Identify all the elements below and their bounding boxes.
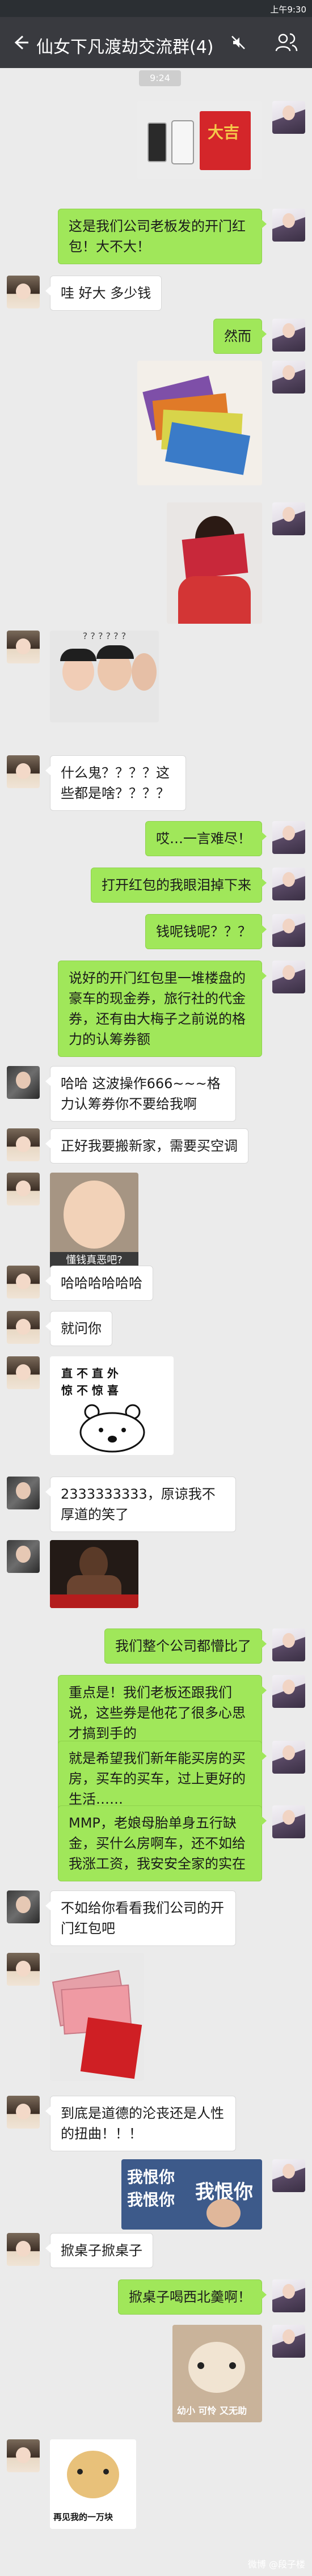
avatar[interactable]: [272, 914, 305, 947]
sticker-text-bottom: 惊 不 惊 喜: [61, 1384, 119, 1397]
message-bubble[interactable]: 然而: [213, 319, 267, 354]
group-info-icon[interactable]: [275, 32, 298, 53]
avatar[interactable]: [7, 2096, 40, 2129]
bear-face-icon: [79, 1404, 145, 1453]
avatar[interactable]: [272, 101, 305, 134]
message-bubble[interactable]: 哇 好大 多少钱: [45, 276, 162, 311]
avatar[interactable]: [272, 2159, 305, 2192]
avatar[interactable]: [272, 1628, 305, 1661]
avatar[interactable]: [272, 821, 305, 854]
avatar[interactable]: [272, 209, 305, 242]
avatar[interactable]: [7, 1066, 40, 1099]
sticker-text-top: 直 不 直 外: [61, 1367, 119, 1380]
message-bubble[interactable]: 哈哈 这波操作666~~~格力认筹券你不要给我啊: [45, 1066, 236, 1122]
avatar[interactable]: [272, 1805, 305, 1838]
message-bubble[interactable]: 不如给你看看我们公司的开门红包吧: [45, 1890, 236, 1946]
sticker-caption: 再见我的一万块: [53, 2512, 113, 2522]
back-arrow-icon[interactable]: [11, 33, 31, 52]
message-bubble[interactable]: 到底是道德的沦丧还是人性的扭曲！！！: [45, 2096, 236, 2151]
vouchers-photo[interactable]: [137, 361, 262, 485]
avatar[interactable]: [7, 1953, 40, 1986]
avatar[interactable]: [7, 1173, 40, 1205]
mute-icon: [231, 36, 245, 49]
avatar[interactable]: [272, 2325, 305, 2358]
message-bubble[interactable]: 正好我要搬新家，需要买空调: [45, 1128, 248, 1164]
avatar[interactable]: [7, 1311, 40, 1344]
message-bubble[interactable]: 掀桌子掀桌子: [45, 2233, 153, 2268]
money-envelope-photo[interactable]: [50, 1953, 144, 2081]
avatar[interactable]: [272, 961, 305, 993]
sticker-caption: 幼小 可怜 又无助: [177, 2405, 247, 2416]
red-envelope-photo[interactable]: 大吉: [137, 101, 262, 179]
avatar[interactable]: [7, 631, 40, 663]
message-bubble[interactable]: 哈哈哈哈哈哈: [45, 1266, 153, 1301]
watermark: 微博 @段子楼: [247, 2559, 305, 2570]
timestamp: 9:24: [139, 70, 181, 86]
avatar[interactable]: [7, 1477, 40, 1509]
chat-header: 仙女下凡渡劫交流群(4): [0, 17, 312, 68]
avatar[interactable]: [272, 361, 305, 394]
message-bubble[interactable]: 哎…一言难尽！: [145, 821, 267, 856]
avatar[interactable]: [7, 1356, 40, 1389]
boxer-photo[interactable]: [50, 1540, 138, 1608]
avatar[interactable]: [7, 1128, 40, 1161]
avatar[interactable]: [7, 755, 40, 788]
avatar[interactable]: [7, 276, 40, 308]
avatar[interactable]: [272, 1741, 305, 1774]
avatar[interactable]: [272, 319, 305, 352]
goodbye-money-cat-sticker[interactable]: 再见我的一万块: [50, 2439, 136, 2529]
message-bubble[interactable]: 我们整个公司都懵比了: [104, 1628, 267, 1664]
i-hate-you-sticker[interactable]: 我恨你 我恨你 我恨你: [121, 2159, 262, 2230]
surprise-bear-sticker[interactable]: 直 不 直 外 惊 不 惊 喜: [50, 1356, 174, 1455]
status-bar: 上午9:30: [0, 0, 312, 17]
avatar[interactable]: [7, 2233, 40, 2266]
message-bubble[interactable]: 这是我们公司老板发的开门红包！大不大！: [58, 209, 267, 264]
message-bubble[interactable]: 掀桌子喝西北羹啊！: [118, 2279, 267, 2315]
message-bubble[interactable]: 什么鬼？？？？这些都是啥？？？？: [45, 755, 186, 811]
message-bubble[interactable]: 就问你: [45, 1311, 112, 1346]
message-bubble[interactable]: 2333333333，原谅我不厚道的笑了: [45, 1477, 236, 1532]
chat-title: 仙女下凡渡劫交流群(4): [36, 37, 214, 57]
girl-holding-vouchers-photo[interactable]: [167, 502, 262, 624]
avatar[interactable]: [7, 1266, 40, 1298]
message-bubble[interactable]: 钱呢钱呢？？？: [145, 914, 267, 949]
avatar[interactable]: [272, 2279, 305, 2312]
baby-sticker[interactable]: 懂钱真恶吧?: [50, 1173, 138, 1269]
message-bubble[interactable]: 说好的开门红包里一堆楼盘的豪车的现金券，旅行社的代金券，还有由大梅子之前说的格力…: [58, 961, 267, 1057]
kids-sticker[interactable]: ? ? ? ? ? ?: [50, 631, 159, 722]
avatar[interactable]: [272, 868, 305, 900]
avatar[interactable]: [7, 1540, 40, 1573]
avatar[interactable]: [272, 502, 305, 535]
avatar[interactable]: [7, 2439, 40, 2472]
avatar[interactable]: [7, 1890, 40, 1923]
message-bubble[interactable]: 重点是！我们老板还跟我们说，这些券是他花了很多心思才搞到手的: [58, 1675, 267, 1751]
sticker-caption: 我恨你: [127, 2168, 175, 2186]
avatar[interactable]: [272, 1675, 305, 1708]
status-clock: 上午9:30: [270, 5, 306, 15]
sticker-caption: 我恨你: [127, 2190, 175, 2209]
message-bubble[interactable]: 打开红包的我眼泪掉下来: [91, 868, 267, 903]
helpless-cat-sticker[interactable]: 幼小 可怜 又无助: [172, 2325, 262, 2422]
message-bubble[interactable]: MMP，老娘母胎单身五行缺金，买什么房啊车，还不如给我涨工资，我安安全家的实在: [58, 1805, 267, 1881]
